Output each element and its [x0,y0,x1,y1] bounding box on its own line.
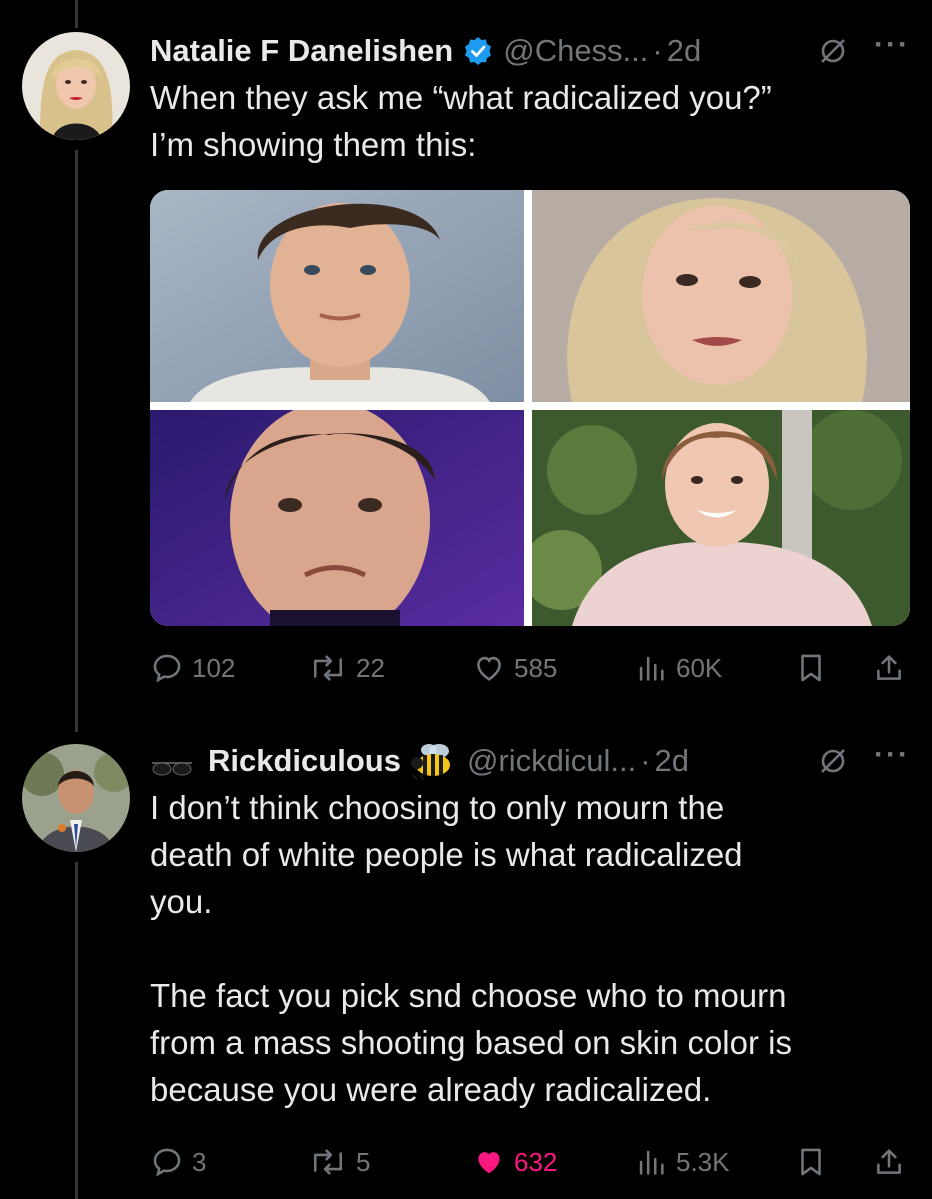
bookmark-button[interactable] [794,651,828,685]
like-count: 585 [514,652,558,683]
tweet-text-line: from a mass shooting based on skin color… [150,1024,792,1061]
media-photo-2[interactable] [532,190,910,402]
tweet-text-line: you. [150,883,213,920]
separator-dot: · [640,743,651,778]
author-handle[interactable]: @rickdicul... [467,743,636,779]
verified-badge-icon [463,36,493,66]
share-icon [872,1145,906,1179]
retweet-icon [308,1145,348,1179]
thread-line-bottom [75,862,78,1199]
views-icon [634,1145,668,1179]
separator-dot: · [652,33,663,68]
like-button[interactable]: 632 [472,1145,557,1179]
tweet-text: When they ask me “what radicalized you?”… [150,74,910,168]
bookmark-icon [794,1145,828,1179]
reply-count: 102 [192,652,236,683]
more-options-icon[interactable]: ··· [874,740,910,770]
media-photo-3[interactable] [150,410,524,626]
tweet-text-line: I’m showing them this: [150,126,477,163]
retweet-count: 22 [356,652,385,683]
tweet-text-line: I don’t think choosing to only mourn the [150,789,725,826]
reply-button[interactable]: 102 [150,651,235,685]
avatar-rickdiculous[interactable] [22,744,130,852]
reply-icon [150,1145,184,1179]
retweet-button[interactable]: 5 [308,1145,370,1179]
sunglasses-icon [150,751,194,776]
tweet-actions: 3 5 632 5.3K [150,1142,910,1182]
views-count: 5.3K [676,1146,730,1177]
bookmark-button[interactable] [794,1145,828,1179]
reply-icon [150,651,184,685]
heart-icon [472,651,506,685]
bee-icon [410,741,457,781]
avatar-natalie[interactable] [22,32,130,140]
tweet-text-line: death of white people is what radicalize… [150,836,743,873]
media-grid[interactable] [150,190,910,626]
tweet-timestamp[interactable]: 2d [667,33,701,69]
views-icon [634,651,668,685]
tweet-text: I don’t think choosing to only mourn the… [150,784,910,1113]
tweet-text-line: because you were already radicalized. [150,1071,712,1108]
reply-button[interactable]: 3 [150,1145,206,1179]
media-photo-4[interactable] [532,410,910,626]
tweet-actions: 102 22 585 60K [150,648,910,688]
tweet-rickdiculous[interactable]: Rickdiculous @rickdicul... · 2d ··· I do… [150,738,910,1177]
views-count: 60K [676,652,723,683]
retweet-button[interactable]: 22 [308,651,385,685]
grok-icon[interactable] [818,36,848,66]
thread-line-middle [75,150,78,732]
heart-filled-icon [472,1145,506,1179]
retweet-count: 5 [356,1146,371,1177]
reply-count: 3 [192,1146,207,1177]
tweet-header: Natalie F Danelishen @Chess... · 2d ··· [150,28,910,74]
bookmark-icon [794,651,828,685]
views-button[interactable]: 5.3K [634,1145,730,1179]
share-button[interactable] [872,651,906,685]
author-name[interactable]: Rickdiculous [208,743,401,779]
share-icon [872,651,906,685]
grok-icon[interactable] [818,746,848,776]
author-name[interactable]: Natalie F Danelishen [150,33,453,69]
tweet-natalie[interactable]: Natalie F Danelishen @Chess... · 2d ··· … [150,28,910,683]
more-options-icon[interactable]: ··· [874,30,910,60]
retweet-icon [308,651,348,685]
like-count: 632 [514,1146,558,1177]
author-handle[interactable]: @Chess... [503,33,648,69]
tweet-timestamp[interactable]: 2d [655,743,689,779]
media-photo-1[interactable] [150,190,524,402]
like-button[interactable]: 585 [472,651,557,685]
tweet-text-line: When they ask me “what radicalized you?” [150,79,772,116]
tweet-text-line: The fact you pick snd choose who to mour… [150,977,787,1014]
tweet-header: Rickdiculous @rickdicul... · 2d ··· [150,738,910,784]
thread-line-top [75,0,78,28]
share-button[interactable] [872,1145,906,1179]
views-button[interactable]: 60K [634,651,722,685]
